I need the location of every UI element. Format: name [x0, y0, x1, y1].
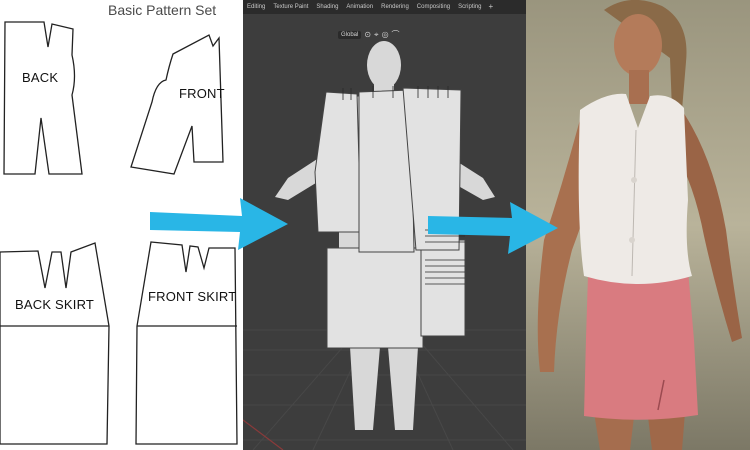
x-axis-line — [243, 419, 284, 450]
head — [614, 14, 662, 76]
add-workspace-button[interactable]: + — [486, 0, 497, 14]
tab-rendering[interactable]: Rendering — [377, 0, 413, 14]
back-bodice-piece — [3, 21, 83, 175]
pink-skirt — [584, 270, 698, 420]
white-sleeveless-shirt — [578, 93, 692, 284]
pivot-icon[interactable]: ⊙ — [364, 30, 371, 40]
tab-texture-paint[interactable]: Texture Paint — [269, 0, 312, 14]
neck — [629, 70, 649, 104]
snap-icon[interactable]: ⌖ — [374, 30, 379, 40]
viewport-header-tools: Global ⊙ ⌖ ◎ ⌒ — [338, 29, 400, 41]
shirt-button — [631, 177, 637, 183]
tab-shading[interactable]: Shading — [312, 0, 342, 14]
back-skirt-piece — [0, 242, 110, 445]
back-skirt-label: BACK SKIRT — [15, 297, 95, 312]
front-skirt-label: FRONT SKIRT — [148, 289, 237, 304]
transform-orientation-select[interactable]: Global — [338, 31, 362, 39]
arrow-viewport-to-render — [428, 202, 558, 254]
tab-editing[interactable]: Editing — [243, 0, 269, 14]
falloff-icon[interactable]: ⌒ — [392, 30, 400, 40]
arrow-pattern-to-viewport — [150, 198, 288, 250]
workspace-tabs: Editing Texture Paint Shading Animation … — [243, 0, 526, 14]
tab-compositing[interactable]: Compositing — [413, 0, 454, 14]
back-label: BACK — [22, 70, 59, 85]
proportional-editing-icon[interactable]: ◎ — [382, 30, 389, 40]
tab-animation[interactable]: Animation — [342, 0, 377, 14]
tab-scripting[interactable]: Scripting — [454, 0, 485, 14]
front-bodice-piece — [130, 34, 224, 175]
shirt-button — [629, 237, 635, 243]
front-label: FRONT — [179, 86, 225, 101]
front-skirt-piece — [135, 241, 238, 445]
